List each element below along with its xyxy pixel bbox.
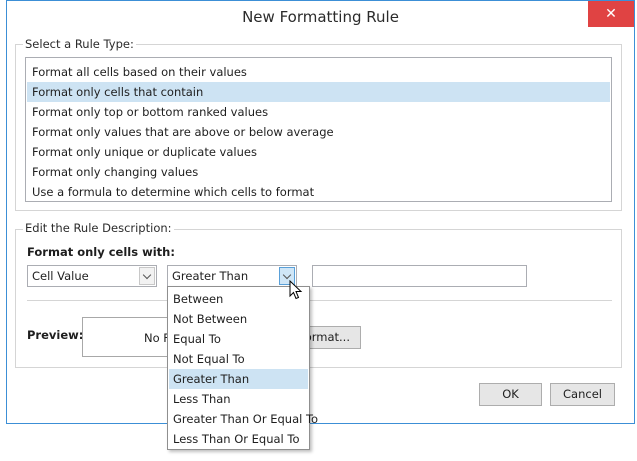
close-icon: ✕ (605, 6, 617, 22)
rule-description-legend: Edit the Rule Description: (23, 221, 174, 235)
rule-type-item[interactable]: Format only top or bottom ranked values (27, 102, 610, 122)
ok-button[interactable]: OK (479, 383, 542, 406)
operator-option[interactable]: Greater Than Or Equal To (169, 409, 318, 429)
operator-option[interactable]: Between (169, 289, 308, 309)
preview-label: Preview: (27, 328, 84, 342)
rule-type-item[interactable]: Format all cells based on their values (27, 62, 610, 82)
separator (27, 300, 612, 301)
title-bar: New Formatting Rule ✕ (7, 1, 634, 34)
operator-combo[interactable]: Greater Than (167, 265, 297, 287)
mouse-cursor-icon (289, 280, 303, 300)
rule-type-item[interactable]: Use a formula to determine which cells t… (27, 182, 610, 202)
close-button[interactable]: ✕ (588, 1, 634, 27)
operator-option-highlighted[interactable]: Greater Than (169, 369, 308, 389)
operator-option[interactable]: Equal To (169, 329, 308, 349)
chevron-down-icon (282, 270, 292, 280)
format-only-label: Format only cells with: (27, 245, 175, 259)
chevron-down-icon (142, 270, 152, 280)
condition-type-dropdown-button[interactable] (139, 267, 155, 285)
rule-type-item[interactable]: Format only changing values (27, 162, 610, 182)
operator-value: Greater Than (172, 269, 249, 283)
rule-type-item-selected[interactable]: Format only cells that contain (27, 82, 610, 102)
condition-type-value: Cell Value (32, 269, 89, 283)
rule-type-list[interactable]: Format all cells based on their values F… (25, 57, 612, 202)
condition-type-combo[interactable]: Cell Value (27, 265, 157, 287)
rule-type-item[interactable]: Format only unique or duplicate values (27, 142, 610, 162)
dialog-title: New Formatting Rule (242, 8, 399, 26)
cancel-button[interactable]: Cancel (550, 383, 615, 406)
rule-type-legend: Select a Rule Type: (23, 37, 136, 51)
value-input[interactable] (312, 265, 527, 287)
operator-option[interactable]: Less Than Or Equal To (169, 429, 308, 449)
operator-dropdown-list[interactable]: Between Not Between Equal To Not Equal T… (167, 286, 318, 450)
operator-option[interactable]: Not Between (169, 309, 308, 329)
operator-option[interactable]: Not Equal To (169, 349, 308, 369)
operator-option[interactable]: Less Than (169, 389, 308, 409)
rule-type-item[interactable]: Format only values that are above or bel… (27, 122, 610, 142)
